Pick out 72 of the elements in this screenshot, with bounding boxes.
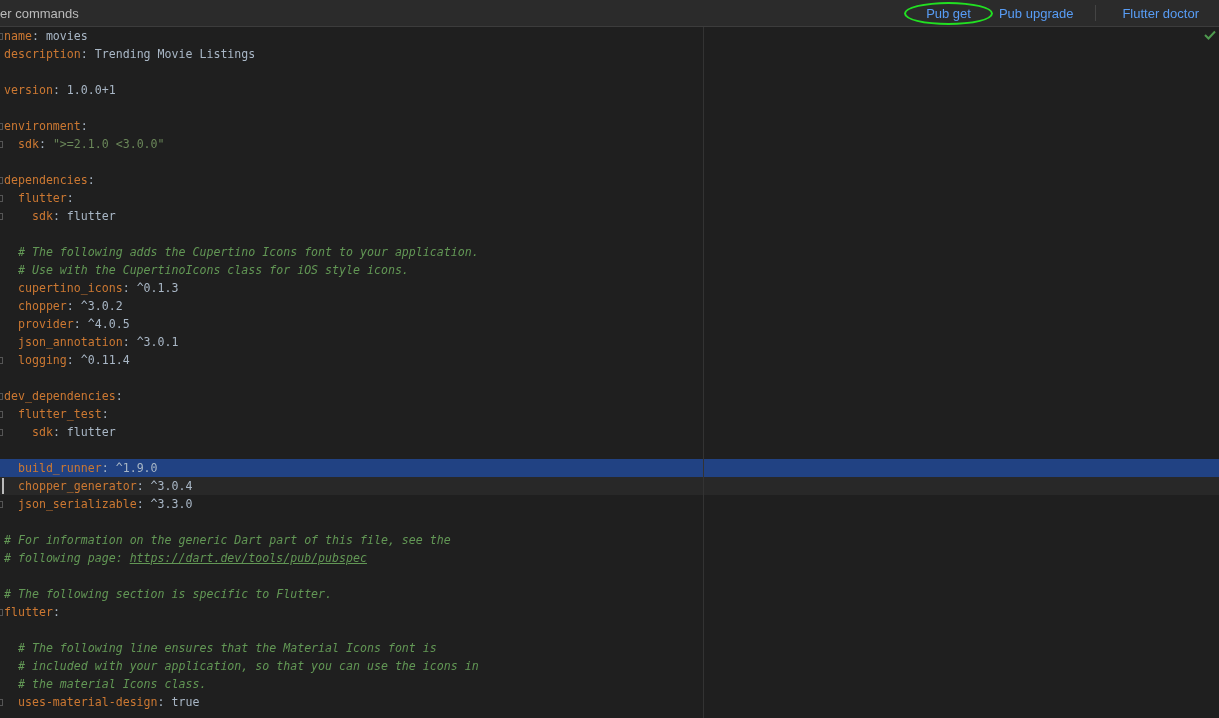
yaml-colon: :: [157, 694, 166, 711]
yaml-colon: :: [80, 46, 89, 63]
yaml-value: ^1.9.0: [115, 460, 158, 477]
yaml-colon: :: [115, 388, 123, 405]
yaml-value: Trending Movie Listings: [94, 46, 256, 63]
yaml-key: sdk: [4, 207, 53, 225]
yaml-colon: :: [101, 406, 109, 423]
yaml-colon: :: [52, 604, 60, 621]
yaml-colon: :: [38, 136, 47, 153]
command-link[interactable]: Flutter doctor: [1118, 3, 1203, 23]
yaml-colon: :: [52, 424, 61, 441]
yaml-string: ">=2.1.0 <3.0.0": [52, 136, 165, 153]
code-comment: # The following section is specific to Flutter.: [4, 586, 333, 603]
yaml-key: chopper: [4, 297, 67, 315]
yaml-key: json_annotation: [4, 333, 123, 351]
yaml-colon: :: [73, 316, 82, 333]
yaml-key: dependencies: [4, 171, 88, 189]
yaml-key: chopper_generator: [4, 477, 137, 495]
yaml-value: true: [171, 694, 200, 711]
yaml-key: description: [4, 45, 81, 63]
yaml-value: ^3.0.1: [136, 334, 179, 351]
yaml-key: name: [4, 27, 32, 45]
yaml-value: movies: [45, 28, 88, 45]
yaml-colon: :: [52, 208, 61, 225]
code-comment: # included with your application, so that you can use the icons in: [16, 658, 479, 675]
yaml-colon: :: [31, 28, 40, 45]
yaml-colon: :: [122, 334, 131, 351]
code-comment: # Use with the CupertinoIcons class for iOS style icons.: [16, 262, 409, 279]
yaml-colon: :: [52, 82, 61, 99]
yaml-colon: :: [66, 352, 75, 369]
text-caret: [2, 478, 4, 494]
code-comment: # For information on the generic Dart part of this file, see the: [4, 532, 451, 549]
yaml-key: flutter_test: [4, 405, 102, 423]
yaml-value: ^4.0.5: [87, 316, 130, 333]
comment-link[interactable]: https://dart.dev/tools/pub/pubspec: [129, 549, 367, 567]
yaml-colon: :: [80, 118, 88, 135]
yaml-value: flutter: [66, 208, 116, 225]
code-comment: # The following line ensures that the Material Icons font is: [16, 640, 437, 657]
yaml-colon: :: [101, 460, 110, 477]
check-icon: [1204, 30, 1216, 41]
command-link[interactable]: Pub get: [904, 1, 993, 25]
yaml-value: ^3.3.0: [150, 496, 193, 513]
code-comment: # the material Icons class.: [16, 676, 207, 693]
yaml-key: sdk: [4, 135, 39, 153]
yaml-key: flutter: [4, 603, 53, 621]
yaml-value: flutter: [66, 424, 116, 441]
yaml-value: 1.0.0+1: [66, 82, 116, 99]
yaml-key: json_serializable: [4, 495, 137, 513]
yaml-key: provider: [4, 315, 74, 333]
yaml-key: environment: [4, 117, 81, 135]
yaml-key: build_runner: [4, 459, 102, 477]
command-link[interactable]: Pub upgrade: [994, 3, 1078, 23]
yaml-key: dev_dependencies: [4, 387, 116, 405]
code-comment: # The following adds the Cupertino Icons font to your application.: [16, 244, 479, 261]
yaml-key: cupertino_icons: [4, 279, 123, 297]
yaml-colon: :: [66, 190, 74, 207]
yaml-colon: :: [66, 298, 75, 315]
yaml-value: ^3.0.2: [80, 298, 123, 315]
yaml-key: uses-material-design: [4, 693, 158, 711]
yaml-colon: :: [136, 478, 145, 495]
panel-title: er commands: [0, 5, 79, 21]
yaml-key: logging: [4, 351, 67, 369]
yaml-colon: :: [122, 280, 131, 297]
yaml-value: ^0.1.3: [136, 280, 179, 297]
yaml-value: ^0.11.4: [80, 352, 130, 369]
yaml-key: flutter: [4, 189, 67, 207]
code-comment: # following page:: [4, 550, 124, 567]
yaml-colon: :: [87, 172, 95, 189]
yaml-key: version: [4, 81, 53, 99]
yaml-colon: :: [136, 496, 145, 513]
yaml-value: ^3.0.4: [150, 478, 193, 495]
yaml-key: sdk: [4, 423, 53, 441]
